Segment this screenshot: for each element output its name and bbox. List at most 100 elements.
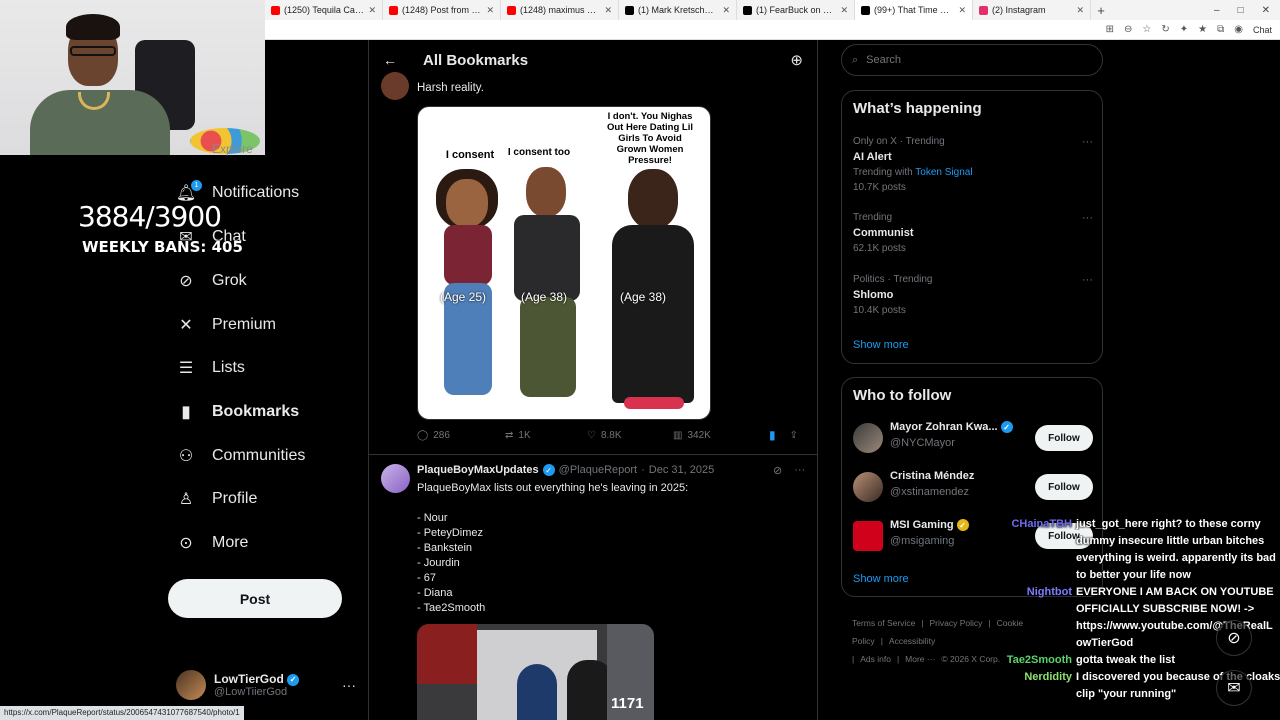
- more-options-icon[interactable]: ···: [1082, 136, 1093, 148]
- minimize-button[interactable]: –: [1214, 5, 1220, 16]
- bookmark-icon[interactable]: ▮: [769, 428, 776, 442]
- webcam-glasses: [70, 46, 116, 56]
- trend-item[interactable]: Politics · Trending Shlomo 10.4K posts ·…: [853, 274, 1093, 316]
- bookmarks-timeline: ← All Bookmarks ⊕ Harsh reality. I conse…: [368, 40, 818, 720]
- footer-link[interactable]: More ···: [905, 654, 935, 664]
- extension-icon[interactable]: ⊞: [1106, 24, 1114, 35]
- browser-tab[interactable]: (1250) Tequila Can Be Risky! ✕: [265, 0, 383, 20]
- browser-tab[interactable]: (99+) That Time Elseface Called O... ✕: [855, 0, 973, 20]
- tab-close-icon[interactable]: ✕: [1076, 5, 1084, 16]
- tab-favicon-icon: [625, 5, 634, 15]
- tweet-date[interactable]: Dec 31, 2025: [649, 464, 714, 476]
- add-bookmark-folder-icon[interactable]: ⊕: [790, 51, 803, 69]
- tab-close-icon[interactable]: ✕: [604, 5, 612, 16]
- maximize-button[interactable]: □: [1238, 5, 1244, 16]
- avatar[interactable]: [381, 72, 409, 100]
- panel-title: Who to follow: [853, 387, 952, 404]
- footer-link[interactable]: Accessibility: [889, 636, 935, 646]
- toolbar-chat-button[interactable]: Chat: [1253, 25, 1272, 35]
- footer-link[interactable]: Terms of Service: [852, 618, 915, 628]
- thumbnail-poster: [417, 624, 477, 684]
- views-icon: ▥: [673, 429, 683, 441]
- author-name[interactable]: PlaqueBoyMaxUpdates: [417, 464, 539, 476]
- sidebar-item-profile[interactable]: ♙ Profile: [176, 484, 258, 514]
- show-more-link[interactable]: Show more: [853, 573, 909, 585]
- tweet-image[interactable]: I consent I consent too I don't. You Nig…: [417, 106, 711, 420]
- back-arrow-icon[interactable]: ←: [383, 52, 397, 68]
- sidebar-item-premium[interactable]: ✕ Premium: [176, 310, 276, 340]
- like-button[interactable]: ♡ 8.8K: [587, 430, 673, 441]
- bookmark-icon: ▮: [181, 404, 191, 421]
- star-icon[interactable]: ☆: [1142, 24, 1151, 35]
- more-options-icon[interactable]: ···: [1082, 212, 1093, 224]
- follow-suggestion[interactable]: Mayor Zohran Kwa... ✓ @NYCMayor Follow: [853, 421, 1093, 455]
- refresh-icon[interactable]: ↻: [1161, 24, 1169, 35]
- copilot-icon[interactable]: ◉: [1234, 24, 1243, 35]
- favorites-icon[interactable]: ★: [1198, 24, 1207, 35]
- close-window-button[interactable]: ✕: [1262, 5, 1270, 16]
- more-options-icon[interactable]: ···: [794, 464, 805, 477]
- sidebar-item-grok[interactable]: ⊘ Grok: [176, 266, 246, 296]
- account-switcher[interactable]: LowTierGod ✓ @LowTiierGod ···: [176, 666, 356, 704]
- sidebar-item-more[interactable]: ⊙ More: [176, 528, 248, 558]
- follow-button[interactable]: Follow: [1035, 425, 1093, 451]
- browser-tab[interactable]: (1) FearBuck on X: "Adam22 is scr... ✕: [737, 0, 855, 20]
- search-placeholder: Search: [866, 54, 902, 66]
- trend-name: Shlomo: [853, 289, 894, 301]
- grok-icon[interactable]: ⊘: [773, 464, 782, 477]
- new-tab-button[interactable]: +: [1091, 3, 1111, 18]
- figure-sweater: [514, 215, 580, 301]
- page-title: All Bookmarks: [423, 51, 529, 69]
- follow-suggestion[interactable]: Cristina Méndez @xstinamendez Follow: [853, 470, 1093, 504]
- puzzle-icon[interactable]: ✦: [1180, 24, 1188, 35]
- image-age-label: (Age 38): [620, 290, 667, 304]
- zoom-icon[interactable]: ⊖: [1124, 24, 1132, 35]
- trend-sub: Trending with: [853, 167, 913, 178]
- tab-close-icon[interactable]: ✕: [368, 5, 376, 16]
- communities-icon: ⚇: [178, 448, 194, 465]
- msi-logo-icon: [853, 521, 883, 551]
- trend-item[interactable]: Trending Communist 62.1K posts ···: [853, 212, 1093, 254]
- grok-compose-icon[interactable]: ⊘: [1216, 620, 1252, 656]
- tab-favicon-icon: [979, 5, 988, 15]
- avatar[interactable]: [381, 464, 410, 493]
- views-button[interactable]: ▥ 342K: [673, 430, 769, 441]
- more-options-icon[interactable]: ···: [1082, 274, 1093, 286]
- post-button[interactable]: Post: [168, 579, 342, 618]
- sidebar-item-communities[interactable]: ⚇ Communities: [176, 441, 306, 471]
- author-handle[interactable]: @PlaqueReport: [559, 464, 637, 476]
- reply-count: 286: [433, 429, 450, 441]
- show-more-link[interactable]: Show more: [853, 339, 909, 351]
- more-options-icon[interactable]: ···: [342, 677, 356, 693]
- collections-icon[interactable]: ⧉: [1217, 24, 1224, 35]
- search-input[interactable]: ⌕ Search: [841, 44, 1103, 76]
- messages-icon[interactable]: ✉: [1216, 670, 1252, 706]
- figure-face: [446, 179, 488, 227]
- tab-close-icon[interactable]: ✕: [958, 5, 966, 16]
- image-label: I consent too: [507, 147, 571, 158]
- sidebar-item-bookmarks[interactable]: ▮ Bookmarks: [176, 397, 300, 427]
- trend-link[interactable]: Token Signal: [915, 167, 972, 178]
- browser-tab[interactable]: (1248) maximus was not entertai... ✕: [501, 0, 619, 20]
- browser-tab[interactable]: (2) Instagram ✕: [973, 0, 1091, 20]
- avatar: [176, 670, 206, 700]
- repost-button[interactable]: ⇄ 1K: [505, 430, 587, 441]
- trend-item[interactable]: Only on X · Trending AI Alert Trending w…: [853, 136, 1093, 193]
- browser-tab[interactable]: (1248) Post from Raphouse TV - V...✕: [383, 0, 501, 20]
- footer-link[interactable]: Ads info: [860, 654, 891, 664]
- follow-button[interactable]: Follow: [1035, 474, 1093, 500]
- figure-face: [526, 167, 566, 217]
- tab-favicon-icon: [743, 5, 752, 15]
- suggestion-name: Mayor Zohran Kwa...: [890, 421, 998, 433]
- reply-button[interactable]: ◯ 286: [417, 430, 505, 441]
- nav-item-explore-partial[interactable]: Explore: [176, 134, 253, 164]
- browser-tab[interactable]: (1) Mark Kretschmann on X: "Mar... ✕: [619, 0, 737, 20]
- chat-line: Nightbot EVERYONE I AM BACK ON YOUTUBE: [974, 586, 1280, 598]
- share-icon[interactable]: ⇪: [790, 430, 798, 441]
- sidebar-item-lists[interactable]: ☰ Lists: [176, 353, 245, 383]
- tab-close-icon[interactable]: ✕: [486, 5, 494, 16]
- tab-close-icon[interactable]: ✕: [840, 5, 848, 16]
- repost-count: 1K: [518, 429, 531, 441]
- chat-username: Nerdidity: [1024, 671, 1072, 683]
- tab-close-icon[interactable]: ✕: [722, 5, 730, 16]
